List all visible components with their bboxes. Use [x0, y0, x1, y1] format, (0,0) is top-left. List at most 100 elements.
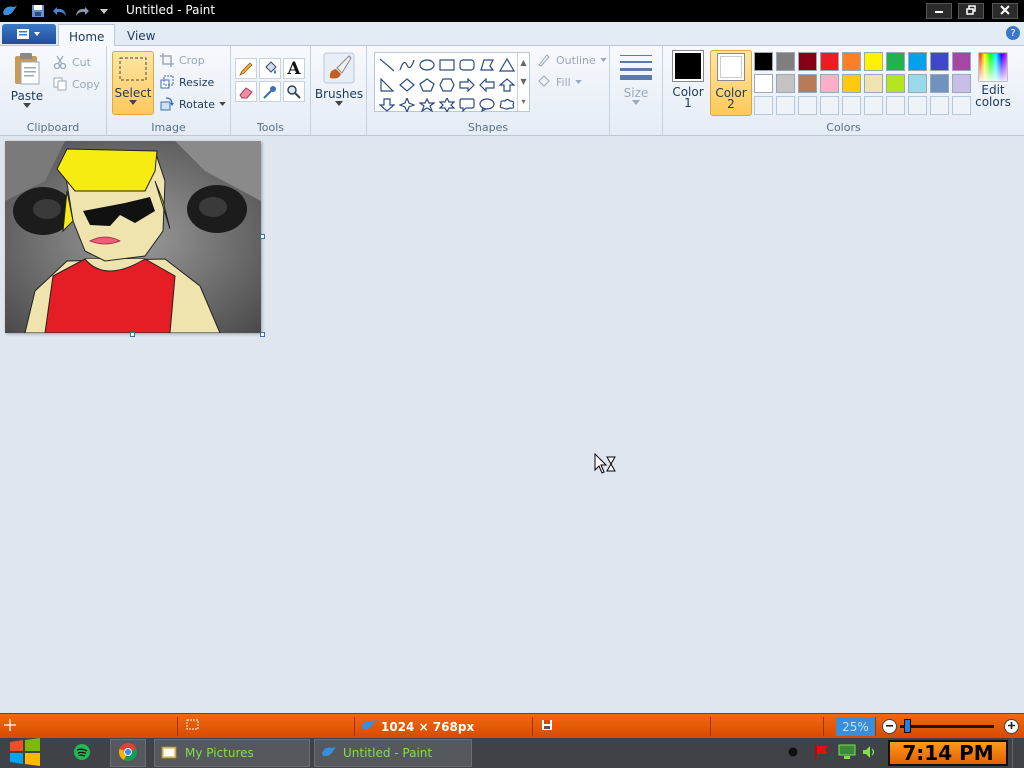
curve-shape-icon[interactable] [397, 55, 417, 74]
palette-swatch[interactable] [864, 52, 883, 71]
rounded-callout-shape-icon[interactable] [457, 95, 477, 114]
palette-swatch[interactable] [776, 52, 795, 71]
tab-view[interactable]: View [117, 24, 165, 47]
resize-handle-right[interactable] [260, 234, 265, 239]
pencil-icon[interactable] [235, 58, 257, 79]
custom-color-slot[interactable] [952, 96, 971, 115]
up-arrow-shape-icon[interactable] [497, 75, 517, 94]
tray-volume[interactable] [862, 739, 880, 767]
palette-swatch[interactable] [842, 52, 861, 71]
undo-icon[interactable] [50, 2, 70, 20]
palette-swatch[interactable] [930, 52, 949, 71]
start-button[interactable] [8, 737, 42, 767]
pentagon-shape-icon[interactable] [417, 75, 437, 94]
scroll-down-icon[interactable]: ▼ [520, 77, 526, 86]
canvas-workspace[interactable] [0, 136, 1024, 713]
fill-icon[interactable] [259, 58, 281, 79]
hexagon-shape-icon[interactable] [437, 75, 457, 94]
minimize-button[interactable] [926, 3, 952, 19]
palette-swatch[interactable] [908, 74, 927, 93]
custom-color-slot[interactable] [754, 96, 773, 115]
tray-network[interactable] [838, 739, 858, 767]
custom-color-slot[interactable] [886, 96, 905, 115]
select-button[interactable]: Select [112, 51, 154, 115]
palette-swatch[interactable] [776, 74, 795, 93]
taskbar-item-my-pictures[interactable]: My Pictures [154, 739, 310, 767]
zoom-in-button[interactable] [1004, 719, 1019, 734]
save-icon[interactable] [28, 2, 48, 20]
palette-swatch[interactable] [842, 74, 861, 93]
palette-swatch[interactable] [886, 74, 905, 93]
outline-button[interactable]: Outline [536, 50, 607, 70]
color1-button[interactable]: Color 1 [669, 50, 707, 109]
down-arrow-shape-icon[interactable] [377, 95, 397, 114]
custom-color-slot[interactable] [842, 96, 861, 115]
taskbar-clock[interactable]: 7:14 PM [888, 740, 1008, 766]
size-button[interactable]: Size [618, 52, 654, 105]
polygon-shape-icon[interactable] [477, 55, 497, 74]
chevron-down-icon[interactable] [94, 2, 114, 20]
scroll-up-icon[interactable]: ▲ [520, 58, 526, 67]
resize-handle-bottom[interactable] [130, 332, 135, 337]
palette-swatch[interactable] [886, 52, 905, 71]
rotate-button[interactable]: Rotate [159, 94, 226, 114]
app-menu-button[interactable] [2, 24, 56, 44]
zoom-out-button[interactable] [882, 719, 897, 734]
custom-color-slot[interactable] [820, 96, 839, 115]
palette-swatch[interactable] [820, 74, 839, 93]
show-desktop-button[interactable] [1012, 738, 1024, 768]
oval-shape-icon[interactable] [417, 55, 437, 74]
magnifier-icon[interactable] [283, 81, 305, 102]
custom-color-slot[interactable] [798, 96, 817, 115]
diamond-shape-icon[interactable] [397, 75, 417, 94]
zoom-slider-thumb[interactable] [904, 719, 911, 733]
custom-color-slot[interactable] [776, 96, 795, 115]
drawing-canvas[interactable] [5, 141, 261, 333]
four-point-star-shape-icon[interactable] [397, 95, 417, 114]
color-picker-icon[interactable] [259, 81, 281, 102]
tab-home[interactable]: Home [58, 24, 116, 47]
oval-callout-shape-icon[interactable] [477, 95, 497, 114]
palette-swatch[interactable] [952, 52, 971, 71]
color2-button[interactable]: Color 2 [710, 50, 752, 116]
palette-swatch[interactable] [798, 74, 817, 93]
palette-swatch[interactable] [754, 74, 773, 93]
right-triangle-shape-icon[interactable] [377, 75, 397, 94]
tray-record[interactable] [788, 739, 802, 767]
palette-swatch[interactable] [754, 52, 773, 71]
spotify-button[interactable] [70, 739, 94, 767]
taskbar-item-paint[interactable]: Untitled - Paint [314, 739, 472, 767]
palette-swatch[interactable] [930, 74, 949, 93]
redo-icon[interactable] [72, 2, 92, 20]
six-point-star-shape-icon[interactable] [437, 95, 457, 114]
text-icon[interactable]: A [283, 58, 305, 79]
custom-color-slot[interactable] [908, 96, 927, 115]
zoom-slider[interactable] [900, 719, 994, 733]
rounded-rectangle-shape-icon[interactable] [457, 55, 477, 74]
five-point-star-shape-icon[interactable] [417, 95, 437, 114]
left-arrow-shape-icon[interactable] [477, 75, 497, 94]
paint-app-icon[interactable] [0, 2, 20, 20]
copy-button[interactable]: Copy [52, 74, 100, 94]
triangle-shape-icon[interactable] [497, 55, 517, 74]
palette-swatch[interactable] [798, 52, 817, 71]
palette-swatch[interactable] [952, 74, 971, 93]
line-shape-icon[interactable] [377, 55, 397, 74]
cloud-callout-shape-icon[interactable] [497, 95, 517, 114]
gallery-expand-icon[interactable]: ▾ [521, 97, 525, 106]
fill-button[interactable]: Fill [536, 72, 582, 92]
custom-color-slot[interactable] [864, 96, 883, 115]
resize-button[interactable]: Resize [159, 72, 214, 92]
palette-swatch[interactable] [908, 52, 927, 71]
rectangle-shape-icon[interactable] [437, 55, 457, 74]
shapes-scroll[interactable]: ▲ ▼ ▾ [517, 53, 529, 111]
eraser-icon[interactable] [235, 81, 257, 102]
close-button[interactable] [992, 3, 1018, 19]
chrome-button[interactable] [110, 739, 146, 767]
palette-swatch[interactable] [864, 74, 883, 93]
tray-action-center[interactable] [814, 739, 832, 767]
cut-button[interactable]: Cut [52, 52, 91, 72]
right-arrow-shape-icon[interactable] [457, 75, 477, 94]
crop-button[interactable]: Crop [159, 50, 205, 70]
custom-color-slot[interactable] [930, 96, 949, 115]
